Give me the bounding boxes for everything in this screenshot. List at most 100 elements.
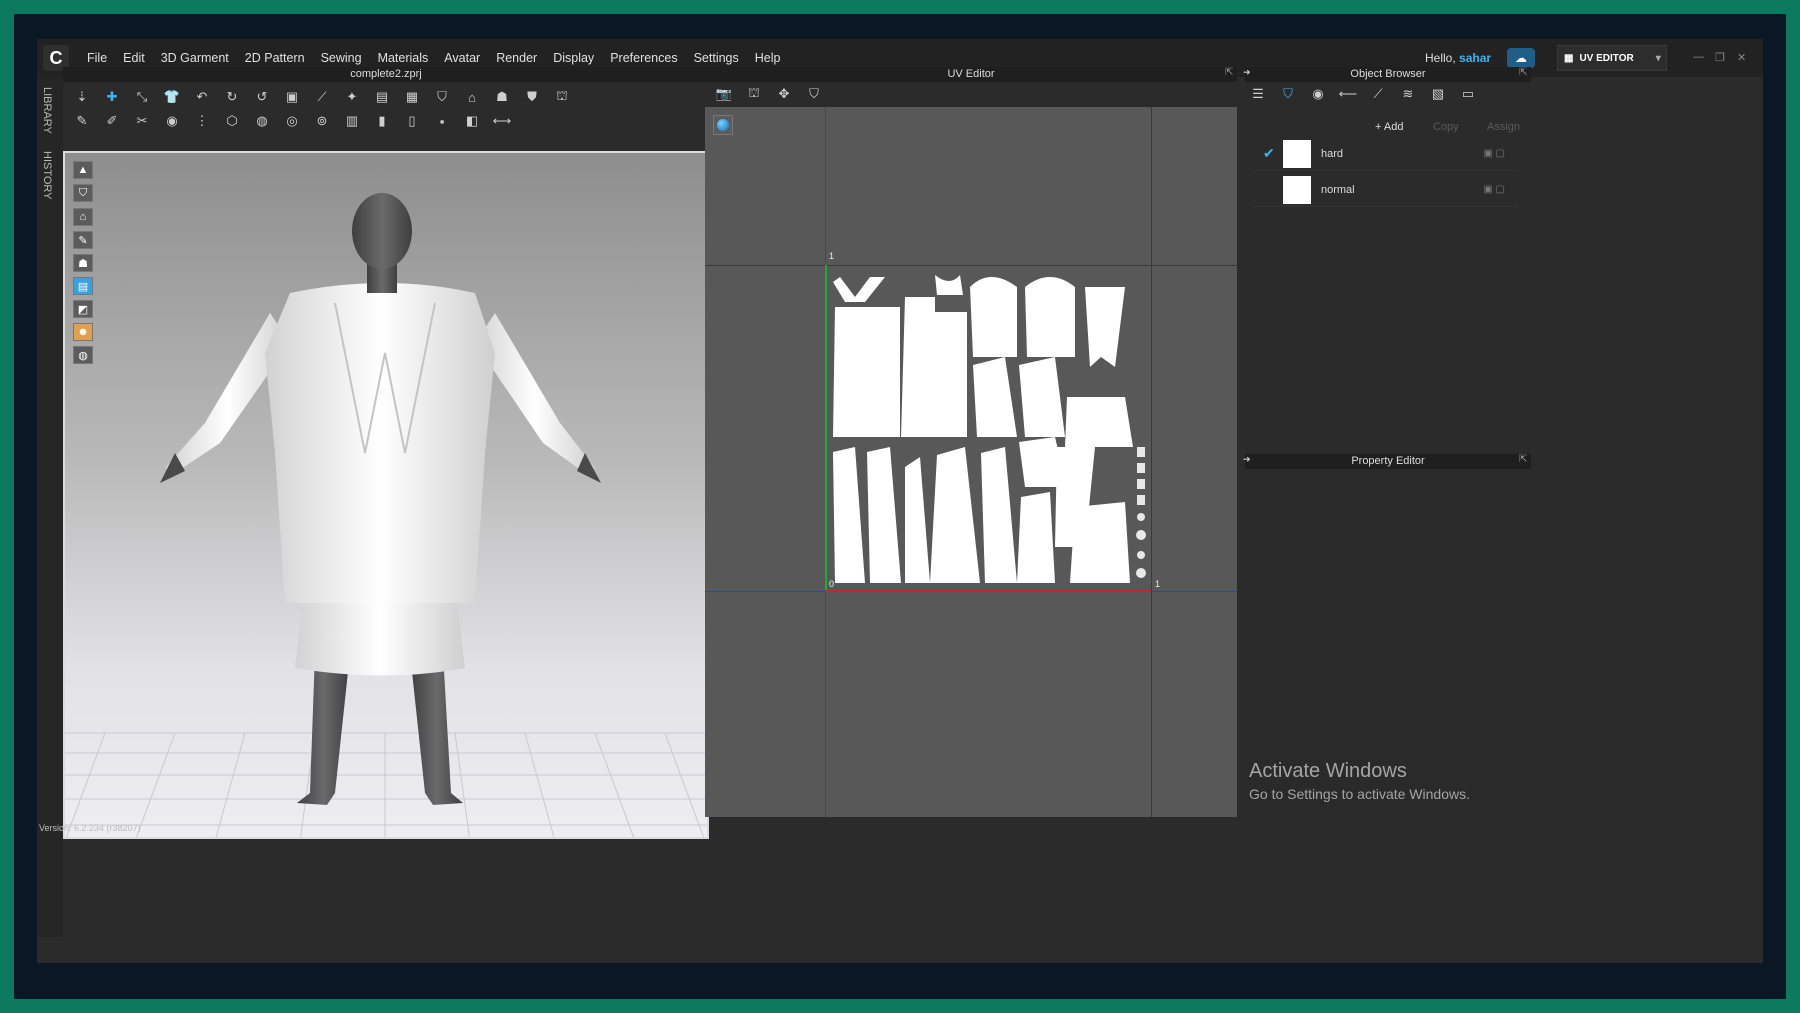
menu-settings[interactable]: Settings [694,51,739,65]
add-label: Add [1383,121,1404,133]
material-swatch [1283,175,1311,204]
viewport-3d[interactable]: ▲ ⛉ ⌂ ✎ ☗ ▤ ◩ ☻ ◍ [63,151,709,839]
tab-history[interactable]: HISTORY [41,151,53,200]
sleeve-icon[interactable]: ⌂ [461,87,483,107]
ob-collapse-icon[interactable]: ➜ [1243,67,1251,78]
uv-editor-title: UV Editor [705,67,1237,82]
menu-edit[interactable]: Edit [123,51,145,65]
menu-2d-pattern[interactable]: 2D Pattern [245,51,305,65]
line-tool-icon[interactable]: ⟋ [311,87,333,107]
zipper-icon[interactable]: ⋮ [191,111,213,131]
shirt-icon[interactable]: ⛉ [431,87,453,107]
menu-preferences[interactable]: Preferences [610,51,677,65]
pe-detach-icon[interactable]: ⇱ [1519,454,1527,465]
mode-label: UV EDITOR [1579,52,1634,64]
menu-render[interactable]: Render [496,51,537,65]
dress-icon[interactable]: ⛊ [521,87,543,107]
object-browser-title: Object Browser [1245,67,1531,82]
checkmark-icon: ✔ [1263,145,1275,161]
list-icon[interactable]: ☰ [1247,84,1269,104]
jacket-icon[interactable]: ⛫ [551,87,573,107]
menu-3d-garment[interactable]: 3D Garment [161,51,229,65]
avatar-garment-render [65,193,707,837]
fabric-tab-icon[interactable]: ⛉ [1277,84,1299,104]
uv-select-icon[interactable]: ⛫ [743,84,765,104]
texture-icon[interactable]: ▤ [371,87,393,107]
move-tool-icon[interactable]: ✚ [101,87,123,107]
material-row[interactable]: ✔ hard ▣ ▢ [1253,137,1517,171]
side-tabs: LIBRARY HISTORY [37,77,63,937]
uv-viewport[interactable]: 1 0 1 [705,107,1237,817]
select-tool-icon[interactable]: ⇣ [71,87,93,107]
greeting-text: Hello, [1425,51,1456,65]
menu-materials[interactable]: Materials [378,51,429,65]
trim-icon[interactable]: ◍ [251,111,273,131]
graphic-tab-icon[interactable]: ▧ [1427,84,1449,104]
menu-avatar[interactable]: Avatar [444,51,480,65]
rotate-icon[interactable]: ↻ [221,87,243,107]
avatar-tool-icon[interactable]: ☗ [491,87,513,107]
material-name: hard [1321,147,1344,160]
stitch-icon[interactable]: ✂ [131,111,153,131]
button-tab-icon[interactable]: ◉ [1307,84,1329,104]
minimize-icon[interactable]: — [1693,51,1704,63]
floor-grid [65,732,707,837]
copy-label: Copy [1433,121,1459,133]
add-button[interactable]: + Add [1375,119,1403,135]
zipper-tab-icon[interactable]: ≋ [1397,84,1419,104]
menu-file[interactable]: File [87,51,107,65]
copy-button[interactable]: Copy [1433,119,1459,135]
transform-tool-icon[interactable]: ⤡ [131,87,153,107]
fill-icon[interactable]: ◧ [461,111,483,131]
assign-button[interactable]: Assign [1487,119,1520,135]
material-actions-icon[interactable]: ▣ ▢ [1483,148,1505,159]
menu-help[interactable]: Help [755,51,781,65]
version-label: Version: 6.2.234 (r38207) [39,823,141,833]
garment-icon[interactable]: 👕 [161,87,183,107]
button-icon[interactable]: ◎ [281,111,303,131]
viewport-title: complete2.zprj [63,67,709,82]
assign-label: Assign [1487,121,1521,133]
pin-icon[interactable]: ✦ [341,87,363,107]
fold-line-icon[interactable]: ▮ [371,111,393,131]
uv-arrange-icon[interactable]: ⛉ [803,84,825,104]
uv-move-icon[interactable]: ✥ [773,84,795,104]
ob-detach-icon[interactable]: ⇱ [1519,67,1527,78]
pe-collapse-icon[interactable]: ➜ [1243,454,1251,465]
material-row[interactable]: normal ▣ ▢ [1253,173,1517,207]
cloud-icon[interactable]: ☁ [1507,48,1535,68]
tab-library[interactable]: LIBRARY [41,87,53,134]
tape-icon[interactable]: ▥ [341,111,363,131]
brush-icon[interactable]: ✎ [71,111,93,131]
buttonhole-icon[interactable]: ⊚ [311,111,333,131]
user-name[interactable]: sahar [1459,51,1491,65]
arrange-icon[interactable]: ↺ [251,87,273,107]
menu-sewing[interactable]: Sewing [321,51,362,65]
fold-icon[interactable]: ↶ [191,87,213,107]
uv-snapshot-icon[interactable]: 📷 [713,84,735,104]
material-actions-icon[interactable]: ▣ ▢ [1483,184,1505,195]
activation-watermark-text: Go to Settings to activate Windows. [1249,786,1470,802]
measure-icon[interactable]: ⟷ [491,111,513,131]
topstitch-tab-icon[interactable]: ⟵ [1337,84,1359,104]
mode-selector[interactable]: ▦ UV EDITOR ▾ [1557,45,1667,71]
needle-icon[interactable]: ✐ [101,111,123,131]
menu-display[interactable]: Display [553,51,594,65]
panel-icon[interactable]: ▯ [401,111,423,131]
uv-pattern-pieces [833,275,1146,583]
activation-watermark-title: Activate Windows [1249,760,1407,782]
close-icon[interactable]: ✕ [1737,51,1746,64]
uv-detach-icon[interactable]: ⇱ [1225,67,1233,78]
app-window: C File Edit 3D Garment 2D Pattern Sewing… [37,39,1763,963]
button-tool-icon[interactable]: ◉ [161,111,183,131]
restore-icon[interactable]: ❐ [1715,51,1725,64]
garment-toolbar-1: ⇣ ✚ ⤡ 👕 ↶ ↻ ↺ ▣ ⟋ ✦ ▤ ▦ ⛉ ⌂ ☗ ⛊ ⛫ [71,85,707,109]
measure-tab-icon[interactable]: ▭ [1457,84,1479,104]
uv-toolbar: 📷 ⛫ ✥ ⛉ [713,83,1233,105]
line-tab-icon[interactable]: ⟋ [1367,84,1389,104]
chevron-down-icon: ▾ [1655,52,1661,64]
fabric-icon[interactable]: ▦ [401,87,423,107]
layer-icon[interactable]: ▣ [281,87,303,107]
pattern-icon[interactable]: ⬡ [221,111,243,131]
rectangle-icon[interactable]: ▪ [431,111,453,131]
